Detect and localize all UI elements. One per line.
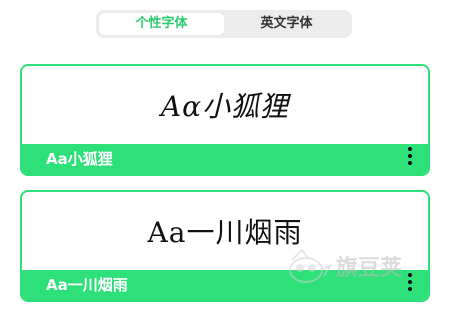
font-category-tabs: 个性字体 英文字体 [96,10,352,38]
more-options-icon[interactable] [406,147,414,171]
font-picker-screen: 个性字体 英文字体 Aα小狐狸 Aa小狐狸 Aa一川烟雨 Aa一川烟雨 旗豆荚 [0,0,450,310]
font-card-xiaohuli[interactable]: Aα小狐狸 Aa小狐狸 [20,64,430,176]
bird-logo-icon [289,248,333,283]
watermark: 旗豆荚 [286,244,436,288]
font-name: Aa小狐狸 [46,150,113,168]
font-card-footer: Aa小狐狸 [22,144,428,174]
watermark-text: 旗豆荚 [336,256,403,281]
tab-english-fonts[interactable]: 英文字体 [224,13,349,35]
font-name: Aa一川烟雨 [46,276,128,294]
tab-personal-fonts[interactable]: 个性字体 [99,13,224,35]
font-preview: Aα小狐狸 [160,90,290,123]
